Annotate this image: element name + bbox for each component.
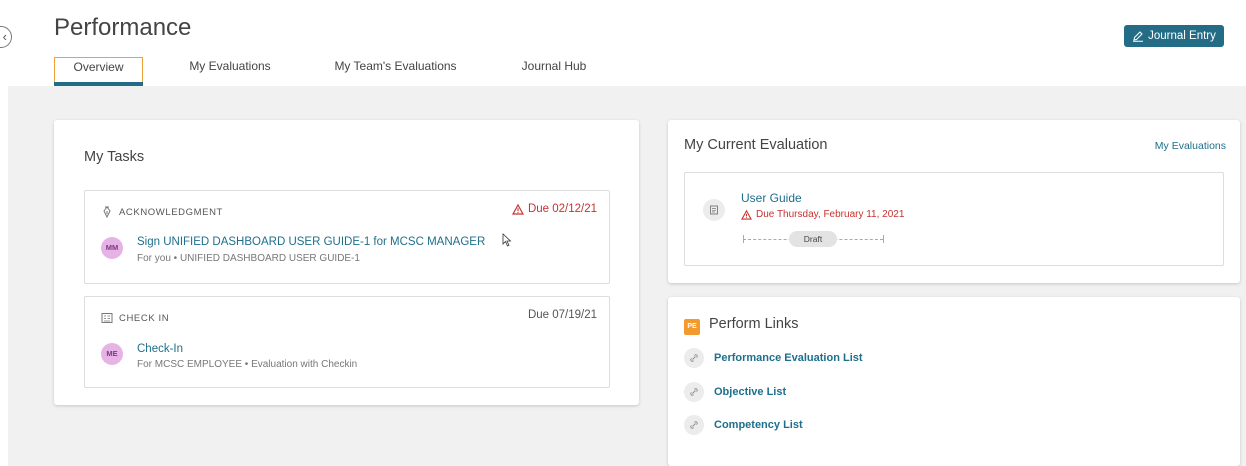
link-icon xyxy=(684,382,704,402)
tab-my-teams-evaluations[interactable]: My Team's Evaluations xyxy=(333,57,458,86)
task-link[interactable]: Sign UNIFIED DASHBOARD USER GUIDE-1 for … xyxy=(137,236,485,248)
task-link[interactable]: Check-In xyxy=(137,343,183,355)
tab-label: Overview xyxy=(73,60,124,74)
tab-label: My Evaluations xyxy=(189,59,271,73)
task-due-date: Due 02/12/21 xyxy=(511,203,597,215)
pen-nib-icon xyxy=(103,206,111,218)
avatar: MM xyxy=(101,237,123,259)
evaluation-item[interactable]: User Guide Due Thursday, February 11, 20… xyxy=(684,172,1224,266)
document-icon xyxy=(703,199,725,221)
perform-link-label: Competency List xyxy=(714,419,803,431)
pe-badge-icon: PE xyxy=(684,319,700,335)
evaluation-due-date: Due Thursday, February 11, 2021 xyxy=(741,209,904,220)
collapse-sidebar-button[interactable]: ‹ xyxy=(0,26,12,48)
evaluation-due-label: Due Thursday, February 11, 2021 xyxy=(756,209,905,220)
task-subtitle: For MCSC EMPLOYEE • Evaluation with Chec… xyxy=(137,359,358,370)
perform-links-card: PE Perform Links Performance Evaluation … xyxy=(668,297,1240,466)
page-title: Performance xyxy=(54,14,192,41)
progress-start-tick xyxy=(743,235,744,243)
avatar: ME xyxy=(101,343,123,365)
task-due-label: Due 02/12/21 xyxy=(527,203,597,215)
objective-list-link[interactable]: Objective List xyxy=(684,382,786,402)
top-bar: ‹ Performance Journal Entry Overview My … xyxy=(0,0,1246,86)
tab-journal-hub[interactable]: Journal Hub xyxy=(520,57,588,86)
task-subtitle: For you • UNIFIED DASHBOARD USER GUIDE-1 xyxy=(137,253,360,264)
my-tasks-title: My Tasks xyxy=(84,149,145,165)
current-evaluation-card: My Current Evaluation My Evaluations Use… xyxy=(668,120,1240,283)
current-evaluation-title: My Current Evaluation xyxy=(684,137,828,153)
task-due-date: Due 07/19/21 xyxy=(528,309,597,321)
task-type-label: CHECK IN xyxy=(119,312,170,324)
progress-end-tick xyxy=(883,235,884,243)
task-card-acknowledgment[interactable]: ACKNOWLEDGMENT Due 02/12/21 MM Sign UNIF… xyxy=(84,190,610,284)
competency-list-link[interactable]: Competency List xyxy=(684,415,803,435)
left-strip xyxy=(0,86,8,466)
link-icon xyxy=(684,415,704,435)
tab-overview[interactable]: Overview xyxy=(54,57,143,86)
task-due-label: Due 07/19/21 xyxy=(527,309,597,321)
tab-label: My Team's Evaluations xyxy=(334,59,457,73)
mouse-cursor-icon xyxy=(502,233,512,247)
evaluation-name-link[interactable]: User Guide xyxy=(741,191,802,205)
perform-links-title: Perform Links xyxy=(709,316,799,332)
pencil-icon xyxy=(1133,31,1144,42)
journal-entry-button[interactable]: Journal Entry xyxy=(1124,25,1224,47)
status-badge: Draft xyxy=(789,231,837,247)
task-type: CHECK IN xyxy=(101,312,169,324)
performance-evaluation-list-link[interactable]: Performance Evaluation List xyxy=(684,348,863,368)
task-type: ACKNOWLEDGMENT xyxy=(101,206,223,218)
warning-icon xyxy=(511,203,524,215)
warning-icon xyxy=(741,209,752,220)
link-icon xyxy=(684,348,704,368)
task-type-label: ACKNOWLEDGMENT xyxy=(119,206,223,218)
tab-label: Journal Hub xyxy=(521,59,587,73)
my-tasks-card: My Tasks ACKNOWLEDGMENT Due 02/12/21 MM … xyxy=(54,120,639,405)
task-card-check-in[interactable]: CHECK IN Due 07/19/21 ME Check-In For MC… xyxy=(84,296,610,388)
checklist-icon xyxy=(101,313,113,323)
journal-entry-label: Journal Entry xyxy=(1148,30,1216,42)
perform-link-label: Objective List xyxy=(714,386,787,398)
perform-link-label: Performance Evaluation List xyxy=(714,352,863,364)
my-evaluations-link[interactable]: My Evaluations xyxy=(1155,140,1226,152)
tab-my-evaluations[interactable]: My Evaluations xyxy=(185,57,275,86)
